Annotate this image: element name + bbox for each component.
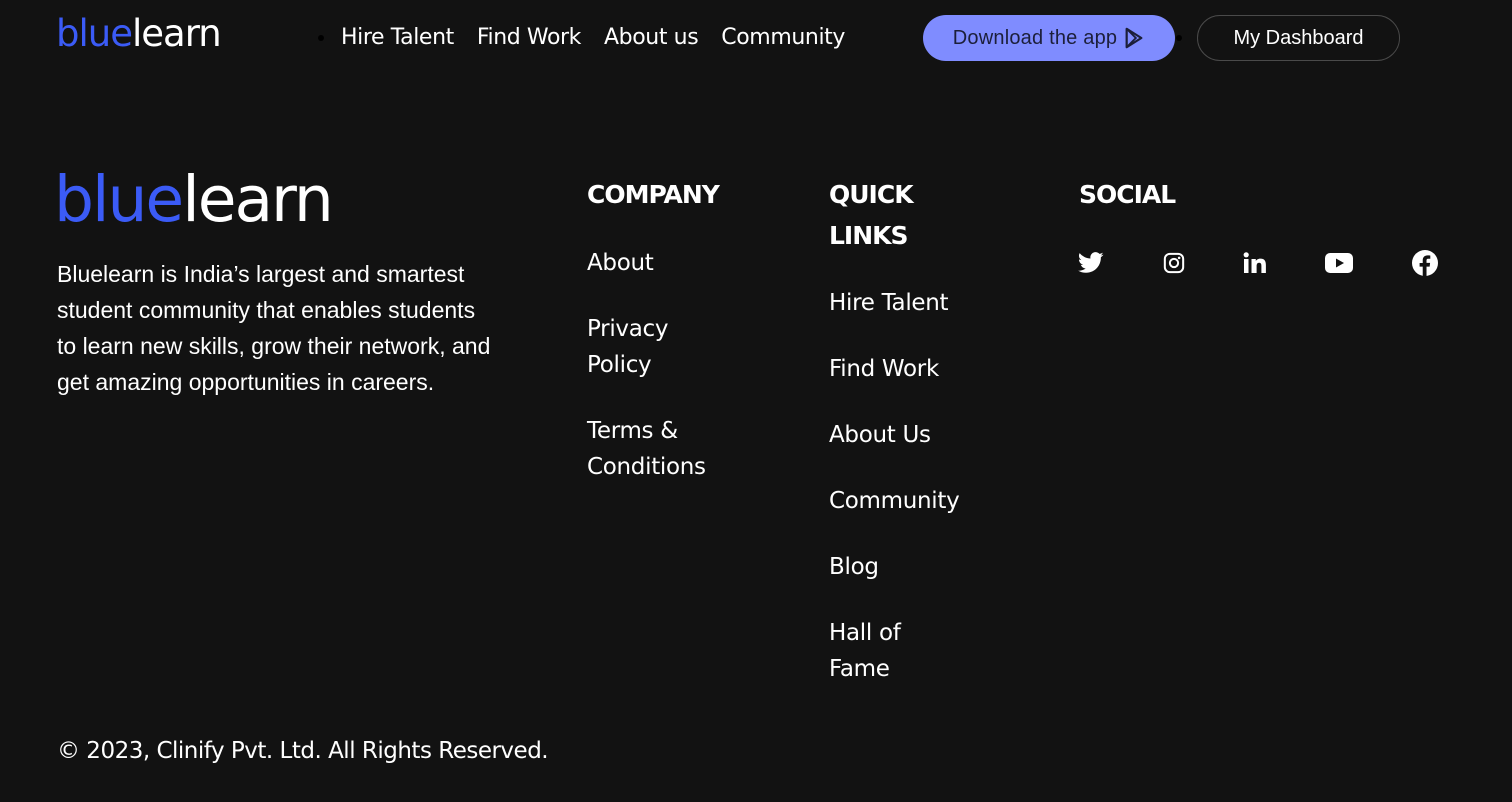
footer-logo[interactable]: bluelearn (54, 162, 334, 238)
company-links: About Privacy Policy Terms & Conditions (587, 245, 787, 515)
footer-link-about-us[interactable]: About Us (829, 417, 1009, 453)
about-description: Bluelearn is India’s largest and smartes… (57, 261, 491, 395)
logo-text-white: learn (131, 12, 222, 55)
nav-bullet (1176, 35, 1182, 41)
nav-link-find-work[interactable]: Find Work (477, 20, 582, 56)
facebook-icon[interactable] (1411, 249, 1439, 277)
download-app-button[interactable]: Download the app (923, 15, 1175, 61)
play-store-icon (1125, 27, 1143, 49)
linkedin-icon[interactable] (1241, 249, 1269, 277)
footer-link-hire-talent[interactable]: Hire Talent (829, 285, 1009, 321)
my-dashboard-button[interactable]: My Dashboard (1197, 15, 1400, 61)
header-logo[interactable]: bluelearn (56, 12, 222, 56)
youtube-icon[interactable] (1325, 249, 1353, 277)
footer-link-about[interactable]: About (587, 245, 787, 281)
nav-link-community[interactable]: Community (721, 20, 845, 56)
twitter-icon[interactable] (1077, 249, 1105, 277)
footer-link-privacy-policy[interactable]: Privacy Policy (587, 311, 697, 383)
footer-link-hall-of-fame[interactable]: Hall of Fame (829, 615, 939, 687)
logo-text-blue: blue (56, 12, 133, 55)
download-app-label: Download the app (952, 26, 1118, 49)
social-icons (1077, 249, 1439, 277)
page: bluelearn Hire Talent Find Work About us… (0, 0, 1512, 802)
social-heading: SOCIAL (1079, 180, 1176, 209)
copyright-text: © 2023, Clinify Pvt. Ltd. All Rights Res… (57, 738, 549, 764)
logo-text-white: learn (182, 163, 334, 236)
quick-links: Hire Talent Find Work About Us Community… (829, 285, 1009, 717)
quick-links-heading: QUICK LINKS (829, 180, 914, 250)
top-nav: bluelearn Hire Talent Find Work About us… (0, 0, 1512, 76)
footer-link-terms-conditions[interactable]: Terms & Conditions (587, 413, 727, 485)
footer-link-find-work[interactable]: Find Work (829, 351, 1009, 387)
nav-link-about-us[interactable]: About us (604, 20, 699, 56)
footer-link-blog[interactable]: Blog (829, 549, 1009, 585)
nav-bullet (318, 35, 324, 41)
logo-text-blue: blue (54, 163, 184, 236)
footer-link-community[interactable]: Community (829, 483, 1009, 519)
nav-link-hire-talent[interactable]: Hire Talent (341, 20, 454, 56)
instagram-icon[interactable] (1160, 249, 1188, 277)
company-heading: COMPANY (587, 180, 720, 209)
nav-links: Hire Talent Find Work About us Community (318, 20, 845, 56)
